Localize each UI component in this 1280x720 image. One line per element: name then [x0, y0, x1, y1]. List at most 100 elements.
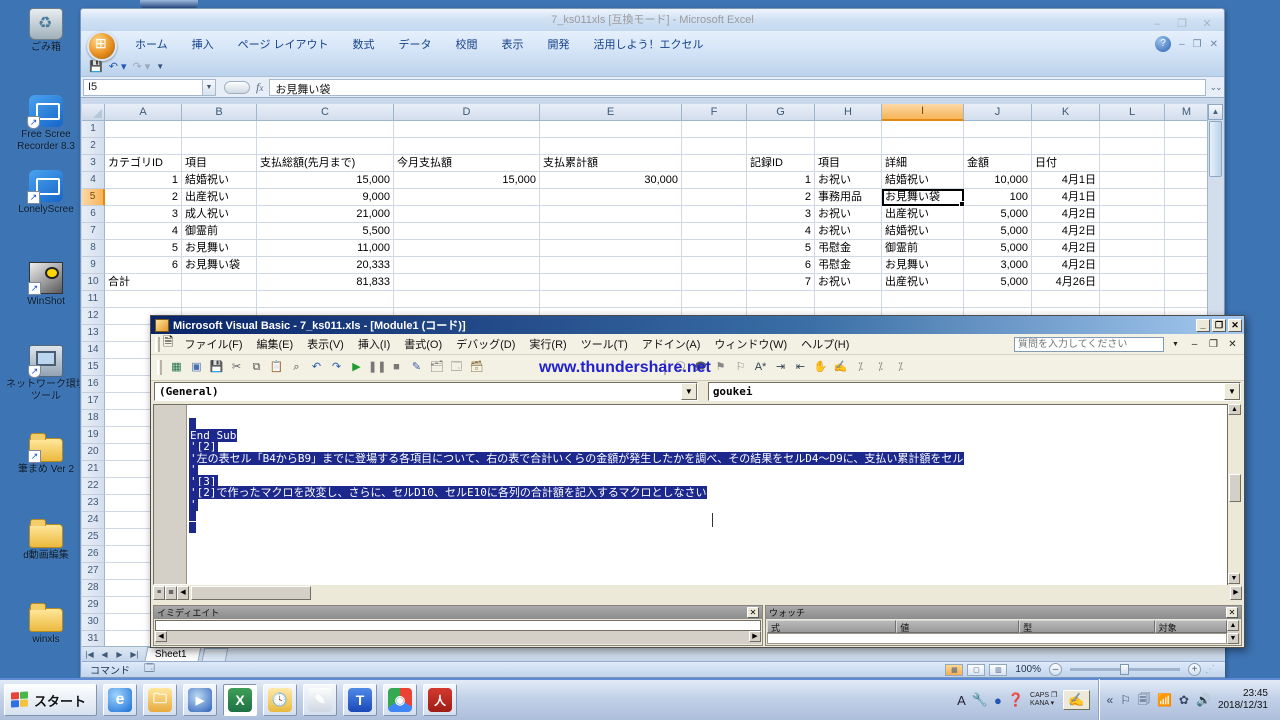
cell-K6[interactable]: 4月2日 [1032, 206, 1100, 223]
excel-title-bar[interactable]: 7_ks011xls [互換モード] - Microsoft Excel – ❐… [81, 9, 1224, 31]
zoom-slider-thumb[interactable] [1120, 664, 1129, 675]
cell-J6[interactable]: 5,000 [964, 206, 1032, 223]
cell-G11[interactable] [747, 291, 815, 308]
code-line-7[interactable]: ' [189, 499, 1225, 511]
code-line-3[interactable]: '左の表セル「B4からB9」までに登場する各項目について、右の表で合計いくらの金… [189, 453, 1225, 465]
outdent-icon[interactable]: ⇤ [792, 359, 809, 376]
scroll-up-icon[interactable]: ▲ [1208, 104, 1223, 120]
code-scroll-left-icon[interactable]: ◀ [177, 586, 189, 600]
column-header-F[interactable]: F [682, 104, 747, 121]
cell-G9[interactable]: 6 [747, 257, 815, 274]
cell-I1[interactable] [882, 121, 964, 138]
row-header-6[interactable]: 6 [82, 206, 105, 223]
immediate-scroll-right-icon[interactable]: ▶ [749, 631, 761, 642]
cut-icon[interactable]: ✂ [228, 359, 245, 376]
run-icon[interactable]: ▶ [348, 359, 365, 376]
cell-B7[interactable]: 御霊前 [182, 223, 257, 240]
cell-J4[interactable]: 10,000 [964, 172, 1032, 189]
pen-pad-icon[interactable]: ✍ [1063, 690, 1089, 710]
insert-sheet-tab[interactable] [201, 648, 228, 661]
cell-J3[interactable]: 金額 [964, 155, 1032, 172]
desktop-icon-fudemame[interactable]: 筆まめ Ver 2 [4, 432, 88, 476]
watch-close-icon[interactable]: ✕ [1226, 607, 1238, 618]
row-header-27[interactable]: 27 [82, 563, 105, 580]
workbook-close-button[interactable]: ✕ [1210, 39, 1218, 50]
quicklaunch-chrome-icon[interactable]: ◉ [383, 684, 417, 716]
code-line-0[interactable] [189, 418, 1225, 430]
view-layout-icon[interactable]: ▢ [967, 664, 985, 676]
column-header-E[interactable]: E [540, 104, 682, 121]
ribbon-tab-6[interactable]: 表示 [490, 32, 536, 57]
row-header-11[interactable]: 11 [82, 291, 105, 308]
cell-A5[interactable]: 2 [105, 189, 182, 206]
view-normal-icon[interactable]: ▦ [945, 664, 963, 676]
immediate-close-icon[interactable]: ✕ [747, 607, 759, 618]
column-header-J[interactable]: J [964, 104, 1032, 121]
cell-H8[interactable]: 弔慰金 [815, 240, 882, 257]
code-scroll-up-icon[interactable]: ▲ [1228, 404, 1241, 415]
qat-options-icon[interactable]: ▼ [156, 62, 164, 71]
cell-L11[interactable] [1100, 291, 1165, 308]
vba-menu-10[interactable]: ヘルプ(H) [794, 334, 856, 354]
cell-C5[interactable]: 9,000 [257, 189, 394, 206]
watch-vscrollbar[interactable]: ▲ ▼ [1227, 620, 1240, 644]
cell-J11[interactable] [964, 291, 1032, 308]
prev-sheet-icon[interactable]: ◀ [97, 650, 112, 659]
percent1-icon[interactable]: ⁒ [852, 359, 869, 376]
cell-I8[interactable]: 御霊前 [882, 240, 964, 257]
language-ball-icon[interactable]: ● [994, 693, 1002, 708]
row-header-10[interactable]: 10 [82, 274, 105, 291]
ime-mode-letter[interactable]: A [957, 693, 966, 708]
code-line-9[interactable] [189, 522, 1225, 534]
breakpoint-icon[interactable]: ✍ [832, 359, 849, 376]
cell-E1[interactable] [540, 121, 682, 138]
row-header-4[interactable]: 4 [82, 172, 105, 189]
cell-H5[interactable]: 事務用品 [815, 189, 882, 206]
ribbon-tab-3[interactable]: 数式 [341, 32, 387, 57]
cell-G5[interactable]: 2 [747, 189, 815, 206]
cell-J1[interactable] [964, 121, 1032, 138]
cell-M4[interactable] [1165, 172, 1209, 189]
cell-A8[interactable]: 5 [105, 240, 182, 257]
cell-D5[interactable] [394, 189, 540, 206]
cell-H4[interactable]: お祝い [815, 172, 882, 189]
row-header-26[interactable]: 26 [82, 546, 105, 563]
quicklaunch-editor-icon[interactable]: ✎ [303, 684, 337, 716]
row-header-21[interactable]: 21 [82, 461, 105, 478]
cell-E11[interactable] [540, 291, 682, 308]
cell-F9[interactable] [682, 257, 747, 274]
cell-B9[interactable]: お見舞い袋 [182, 257, 257, 274]
clock[interactable]: 23:45 2018/12/31 [1218, 688, 1272, 712]
cell-D9[interactable] [394, 257, 540, 274]
desktop-icon-lonelyscreen[interactable]: LonelyScree [4, 170, 88, 216]
cell-H6[interactable]: お祝い [815, 206, 882, 223]
cell-G1[interactable] [747, 121, 815, 138]
desktop-icon-network-env-tool[interactable]: ネットワーク環境 ツール [4, 345, 88, 403]
cell-C4[interactable]: 15,000 [257, 172, 394, 189]
desktop-icon-free-screen-recorder[interactable]: Free Scree Recorder 8.3 [4, 95, 88, 153]
save-icon[interactable]: 💾 [208, 359, 225, 376]
cell-J10[interactable]: 5,000 [964, 274, 1032, 291]
code-scroll-down-icon[interactable]: ▼ [1228, 573, 1240, 584]
procedure-combo[interactable]: goukei ▼ [708, 382, 1241, 401]
cell-A11[interactable] [105, 291, 182, 308]
percent2-icon[interactable]: ⁒ [872, 359, 889, 376]
row-header-5[interactable]: 5 [82, 189, 105, 206]
cell-I7[interactable]: 結婚祝い [882, 223, 964, 240]
caps-kana-indicator[interactable]: CAPS ❐ KANA ▾ [1030, 692, 1057, 708]
name-box[interactable]: I5 [83, 79, 203, 96]
ribbon-tab-8[interactable]: 活用しよう！エクセル [582, 32, 716, 57]
cell-E3[interactable]: 支払累計額 [540, 155, 682, 172]
cell-G7[interactable]: 4 [747, 223, 815, 240]
row-header-23[interactable]: 23 [82, 495, 105, 512]
row-header-17[interactable]: 17 [82, 393, 105, 410]
cell-I4[interactable]: 結婚祝い [882, 172, 964, 189]
quicklaunch-acrobat-icon[interactable]: 人 [423, 684, 457, 716]
watch-column-2[interactable]: 型 [1019, 620, 1155, 633]
cell-F8[interactable] [682, 240, 747, 257]
office-button[interactable] [87, 31, 117, 61]
start-button[interactable]: スタート [4, 684, 97, 716]
cell-M5[interactable] [1165, 189, 1209, 206]
percent3-icon[interactable]: ⁒ [892, 359, 909, 376]
cell-K9[interactable]: 4月2日 [1032, 257, 1100, 274]
